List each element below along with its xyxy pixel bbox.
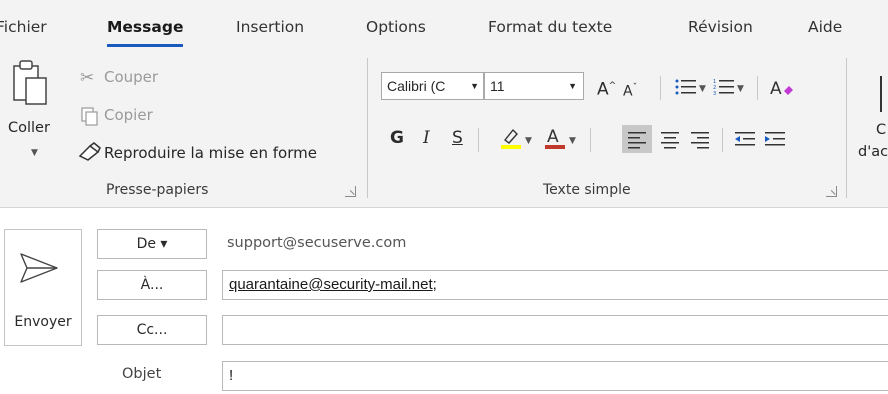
- clear-formatting-icon[interactable]: A: [769, 78, 795, 102]
- cc-field[interactable]: [222, 315, 888, 345]
- ribbon: Coller ▼ ✂ Couper Copier Reproduire la m…: [0, 48, 888, 208]
- tab-revision[interactable]: Révision: [688, 18, 753, 36]
- bold-button[interactable]: G: [390, 128, 404, 148]
- font-name-value: Calibri (C: [387, 78, 446, 94]
- grow-font-icon[interactable]: A^: [597, 76, 616, 100]
- to-button[interactable]: À...: [97, 270, 207, 300]
- font-name-box[interactable]: Calibri (C ▼: [381, 72, 484, 100]
- increase-indent-icon[interactable]: [763, 128, 787, 154]
- tab-message[interactable]: Message: [107, 18, 184, 47]
- highlight-dropdown-arrow[interactable]: ▼: [525, 136, 532, 146]
- to-field[interactable]: quarantaine@security-mail.net;: [222, 270, 888, 300]
- clipboard-group-label: Presse-papiers: [106, 182, 209, 198]
- send-icon: [19, 252, 59, 288]
- tab-insertion[interactable]: Insertion: [236, 18, 304, 36]
- basic-text-launcher-icon[interactable]: [826, 186, 837, 197]
- bullets-icon[interactable]: [675, 78, 697, 100]
- address-book-icon[interactable]: [880, 76, 888, 112]
- font-size-box[interactable]: 11 ▼: [484, 72, 584, 100]
- svg-text:3: 3: [713, 91, 716, 96]
- send-button[interactable]: Envoyer: [4, 229, 82, 346]
- svg-text:A: A: [547, 127, 559, 147]
- from-button[interactable]: De ▾: [97, 229, 207, 259]
- numbering-icon[interactable]: 1 2 3: [713, 78, 735, 100]
- group-divider: [846, 58, 847, 198]
- paste-button[interactable]: Coller: [8, 120, 50, 136]
- next-group-label-bottom[interactable]: d'ac: [858, 144, 888, 160]
- divider: [722, 128, 723, 152]
- divider: [590, 128, 591, 152]
- font-name-dropdown-arrow[interactable]: ▼: [470, 73, 479, 99]
- numbering-dropdown-arrow[interactable]: ▼: [737, 84, 744, 94]
- subject-field[interactable]: !: [222, 361, 888, 391]
- divider: [478, 128, 479, 152]
- italic-button[interactable]: I: [423, 128, 430, 148]
- to-recipient[interactable]: quarantaine@security-mail.net: [229, 276, 433, 293]
- font-color-icon[interactable]: A: [544, 126, 566, 154]
- format-painter-icon: [78, 142, 102, 166]
- paste-icon[interactable]: [12, 56, 48, 116]
- decrease-indent-icon[interactable]: [733, 128, 757, 154]
- paste-dropdown-arrow[interactable]: ▼: [31, 148, 38, 158]
- divider: [757, 76, 758, 100]
- clipboard-launcher-icon[interactable]: [345, 186, 356, 197]
- font-size-dropdown-arrow[interactable]: ▼: [568, 73, 577, 99]
- scissors-icon: ✂: [80, 68, 95, 88]
- from-value: support@secuserve.com: [227, 235, 407, 251]
- tab-options[interactable]: Options: [366, 18, 426, 36]
- tab-fichier[interactable]: Fichier: [0, 18, 47, 36]
- font-color-dropdown-arrow[interactable]: ▼: [569, 136, 576, 146]
- ribbon-tab-bar: Fichier Message Insertion Options Format…: [0, 0, 888, 48]
- tab-format-du-texte[interactable]: Format du texte: [488, 18, 612, 36]
- align-left-icon[interactable]: [622, 125, 652, 153]
- divider: [660, 76, 661, 100]
- group-divider: [367, 58, 368, 198]
- svg-text:A: A: [770, 79, 782, 98]
- subject-label: Objet: [122, 366, 162, 382]
- copy-button[interactable]: Copier: [104, 106, 153, 124]
- shrink-font-icon[interactable]: Aˇ: [623, 78, 637, 102]
- underline-button[interactable]: S: [452, 128, 463, 148]
- tab-aide[interactable]: Aide: [808, 18, 842, 36]
- next-group-label-top[interactable]: C: [876, 122, 886, 138]
- bullets-dropdown-arrow[interactable]: ▼: [699, 84, 706, 94]
- cut-button[interactable]: Couper: [104, 68, 158, 86]
- highlight-icon[interactable]: [500, 126, 522, 154]
- basic-text-group-label: Texte simple: [543, 182, 631, 198]
- format-painter-button[interactable]: Reproduire la mise en forme: [104, 144, 317, 162]
- copy-icon: [80, 106, 100, 130]
- font-size-value: 11: [490, 78, 505, 94]
- send-label: Envoyer: [14, 314, 72, 330]
- to-separator: ;: [432, 276, 437, 293]
- align-center-icon[interactable]: [659, 128, 681, 154]
- align-right-icon[interactable]: [689, 128, 711, 154]
- cc-button[interactable]: Cc...: [97, 315, 207, 345]
